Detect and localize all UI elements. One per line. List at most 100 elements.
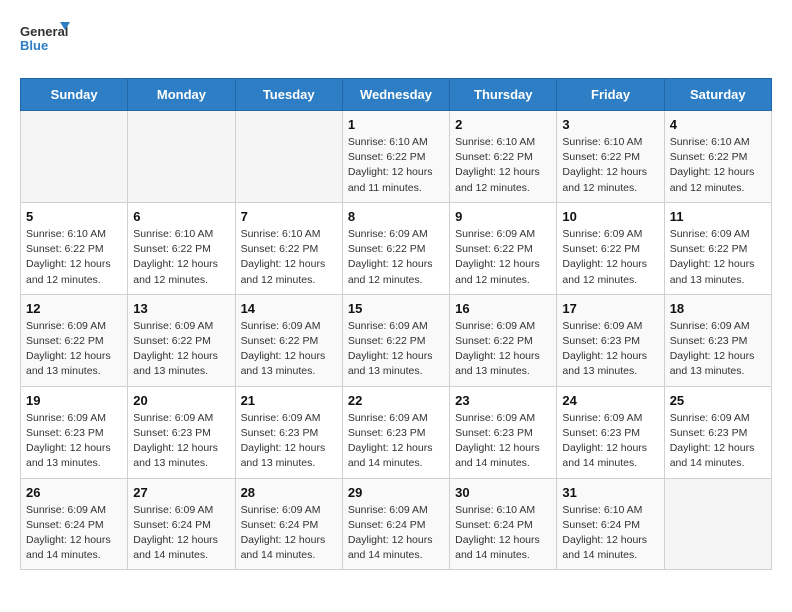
day-number: 19 — [26, 393, 122, 408]
day-number: 25 — [670, 393, 766, 408]
day-number: 28 — [241, 485, 337, 500]
day-info: Sunrise: 6:09 AM Sunset: 6:22 PM Dayligh… — [26, 319, 122, 380]
calendar-cell: 27 Sunrise: 6:09 AM Sunset: 6:24 PM Dayli… — [128, 478, 235, 570]
calendar-cell: 20 Sunrise: 6:09 AM Sunset: 6:23 PM Dayli… — [128, 386, 235, 478]
day-info: Sunrise: 6:10 AM Sunset: 6:22 PM Dayligh… — [670, 135, 766, 196]
calendar-cell: 11 Sunrise: 6:09 AM Sunset: 6:22 PM Dayli… — [664, 202, 771, 294]
day-info: Sunrise: 6:09 AM Sunset: 6:23 PM Dayligh… — [133, 411, 229, 472]
day-number: 23 — [455, 393, 551, 408]
calendar-cell: 3 Sunrise: 6:10 AM Sunset: 6:22 PM Daylig… — [557, 111, 664, 203]
day-info: Sunrise: 6:09 AM Sunset: 6:24 PM Dayligh… — [26, 503, 122, 564]
day-info: Sunrise: 6:09 AM Sunset: 6:23 PM Dayligh… — [348, 411, 444, 472]
header-wednesday: Wednesday — [342, 79, 449, 111]
day-info: Sunrise: 6:09 AM Sunset: 6:23 PM Dayligh… — [26, 411, 122, 472]
calendar-week-5: 26 Sunrise: 6:09 AM Sunset: 6:24 PM Dayli… — [21, 478, 772, 570]
calendar-cell: 4 Sunrise: 6:10 AM Sunset: 6:22 PM Daylig… — [664, 111, 771, 203]
calendar-cell: 15Sunrise: 6:09 AM Sunset: 6:22 PM Dayli… — [342, 294, 449, 386]
calendar-cell: 23 Sunrise: 6:09 AM Sunset: 6:23 PM Dayli… — [450, 386, 557, 478]
day-number: 3 — [562, 117, 658, 132]
day-number: 7 — [241, 209, 337, 224]
day-info: Sunrise: 6:09 AM Sunset: 6:23 PM Dayligh… — [455, 411, 551, 472]
day-info: Sunrise: 6:10 AM Sunset: 6:22 PM Dayligh… — [348, 135, 444, 196]
day-number: 26 — [26, 485, 122, 500]
calendar-cell: 14 Sunrise: 6:09 AM Sunset: 6:22 PM Dayli… — [235, 294, 342, 386]
day-info: Sunrise: 6:10 AM Sunset: 6:22 PM Dayligh… — [26, 227, 122, 288]
day-number: 30 — [455, 485, 551, 500]
calendar-cell: 31 Sunrise: 6:10 AM Sunset: 6:24 PM Dayli… — [557, 478, 664, 570]
logo: General Blue — [20, 20, 70, 62]
day-info: Sunrise: 6:09 AM Sunset: 6:22 PM Dayligh… — [562, 227, 658, 288]
day-info: Sunrise: 6:09 AM Sunset: 6:24 PM Dayligh… — [133, 503, 229, 564]
day-info: Sunrise: 6:09 AM Sunset: 6:22 PM Dayligh… — [455, 227, 551, 288]
day-number: 1 — [348, 117, 444, 132]
day-info: Sunrise: 6:09 AM Sunset: 6:22 PM Dayligh… — [133, 319, 229, 380]
day-number: 2 — [455, 117, 551, 132]
day-number: 14 — [241, 301, 337, 316]
day-info: Sunrise: 6:09 AM Sunset: 6:24 PM Dayligh… — [241, 503, 337, 564]
calendar-week-2: 5 Sunrise: 6:10 AM Sunset: 6:22 PM Daylig… — [21, 202, 772, 294]
calendar-cell: 8 Sunrise: 6:09 AM Sunset: 6:22 PM Daylig… — [342, 202, 449, 294]
day-info: Sunrise: 6:10 AM Sunset: 6:24 PM Dayligh… — [562, 503, 658, 564]
day-info: Sunrise: 6:09 AM Sunset: 6:22 PM Dayligh… — [241, 319, 337, 380]
day-number: 22 — [348, 393, 444, 408]
day-info: Sunrise: 6:09 AM Sunset: 6:23 PM Dayligh… — [241, 411, 337, 472]
day-info: Sunrise: 6:09 AM Sunset: 6:23 PM Dayligh… — [670, 319, 766, 380]
logo-svg: General Blue — [20, 20, 70, 62]
calendar-cell: 17 Sunrise: 6:09 AM Sunset: 6:23 PM Dayli… — [557, 294, 664, 386]
day-info: Sunrise: 6:09 AM Sunset: 6:23 PM Dayligh… — [562, 411, 658, 472]
day-info: Sunrise: 6:09 AM Sunset: 6:22 PM Dayligh… — [348, 319, 444, 380]
day-info: Sunrise: 6:09 AM Sunset: 6:22 PM Dayligh… — [455, 319, 551, 380]
calendar-cell — [21, 111, 128, 203]
calendar-cell: 9 Sunrise: 6:09 AM Sunset: 6:22 PM Daylig… — [450, 202, 557, 294]
calendar-header-row: SundayMondayTuesdayWednesdayThursdayFrid… — [21, 79, 772, 111]
header-saturday: Saturday — [664, 79, 771, 111]
day-number: 10 — [562, 209, 658, 224]
day-number: 13 — [133, 301, 229, 316]
header-tuesday: Tuesday — [235, 79, 342, 111]
day-number: 17 — [562, 301, 658, 316]
calendar-week-4: 19 Sunrise: 6:09 AM Sunset: 6:23 PM Dayli… — [21, 386, 772, 478]
svg-text:Blue: Blue — [20, 38, 48, 53]
day-number: 29 — [348, 485, 444, 500]
day-info: Sunrise: 6:09 AM Sunset: 6:22 PM Dayligh… — [670, 227, 766, 288]
calendar-week-1: 1 Sunrise: 6:10 AM Sunset: 6:22 PM Daylig… — [21, 111, 772, 203]
calendar-cell — [235, 111, 342, 203]
day-number: 21 — [241, 393, 337, 408]
day-number: 4 — [670, 117, 766, 132]
calendar-cell: 10 Sunrise: 6:09 AM Sunset: 6:22 PM Dayli… — [557, 202, 664, 294]
day-info: Sunrise: 6:10 AM Sunset: 6:22 PM Dayligh… — [241, 227, 337, 288]
calendar-table: SundayMondayTuesdayWednesdayThursdayFrid… — [20, 78, 772, 570]
calendar-cell: 13 Sunrise: 6:09 AM Sunset: 6:22 PM Dayli… — [128, 294, 235, 386]
calendar-cell: 7 Sunrise: 6:10 AM Sunset: 6:22 PM Daylig… — [235, 202, 342, 294]
calendar-cell: 18 Sunrise: 6:09 AM Sunset: 6:23 PM Dayli… — [664, 294, 771, 386]
page-header: General Blue — [20, 20, 772, 62]
calendar-cell: 26 Sunrise: 6:09 AM Sunset: 6:24 PM Dayli… — [21, 478, 128, 570]
day-number: 16 — [455, 301, 551, 316]
day-number: 31 — [562, 485, 658, 500]
day-info: Sunrise: 6:09 AM Sunset: 6:24 PM Dayligh… — [348, 503, 444, 564]
day-number: 27 — [133, 485, 229, 500]
calendar-week-3: 12 Sunrise: 6:09 AM Sunset: 6:22 PM Dayli… — [21, 294, 772, 386]
day-info: Sunrise: 6:10 AM Sunset: 6:22 PM Dayligh… — [455, 135, 551, 196]
day-number: 12 — [26, 301, 122, 316]
day-info: Sunrise: 6:10 AM Sunset: 6:24 PM Dayligh… — [455, 503, 551, 564]
day-number: 11 — [670, 209, 766, 224]
day-info: Sunrise: 6:10 AM Sunset: 6:22 PM Dayligh… — [133, 227, 229, 288]
svg-text:General: General — [20, 24, 68, 39]
day-number: 18 — [670, 301, 766, 316]
header-friday: Friday — [557, 79, 664, 111]
day-info: Sunrise: 6:09 AM Sunset: 6:23 PM Dayligh… — [562, 319, 658, 380]
day-number: 20 — [133, 393, 229, 408]
calendar-cell — [664, 478, 771, 570]
day-number: 8 — [348, 209, 444, 224]
day-number: 9 — [455, 209, 551, 224]
calendar-cell: 25Sunrise: 6:09 AM Sunset: 6:23 PM Dayli… — [664, 386, 771, 478]
calendar-cell: 22 Sunrise: 6:09 AM Sunset: 6:23 PM Dayli… — [342, 386, 449, 478]
day-info: Sunrise: 6:10 AM Sunset: 6:22 PM Dayligh… — [562, 135, 658, 196]
calendar-cell: 1 Sunrise: 6:10 AM Sunset: 6:22 PM Daylig… — [342, 111, 449, 203]
day-number: 5 — [26, 209, 122, 224]
calendar-cell: 28 Sunrise: 6:09 AM Sunset: 6:24 PM Dayli… — [235, 478, 342, 570]
day-info: Sunrise: 6:09 AM Sunset: 6:22 PM Dayligh… — [348, 227, 444, 288]
header-thursday: Thursday — [450, 79, 557, 111]
calendar-cell: 6Sunrise: 6:10 AM Sunset: 6:22 PM Daylig… — [128, 202, 235, 294]
